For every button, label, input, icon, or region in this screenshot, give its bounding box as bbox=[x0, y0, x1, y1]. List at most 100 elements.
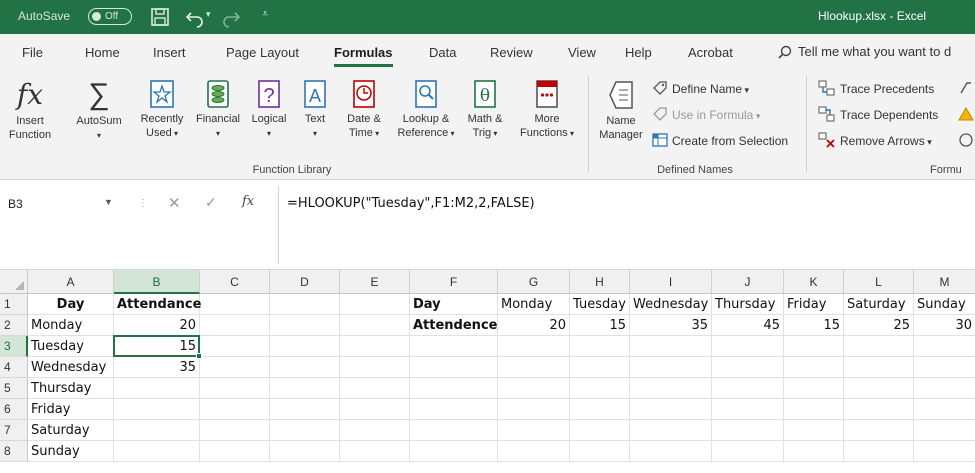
cell-d1[interactable] bbox=[270, 294, 340, 315]
cell-h8[interactable] bbox=[570, 441, 630, 462]
cell-j3[interactable] bbox=[712, 336, 784, 357]
date-time-button[interactable]: Date & Time ▾ bbox=[336, 78, 392, 141]
more-functions-button[interactable]: More Functions ▾ bbox=[512, 78, 582, 141]
select-all-button[interactable] bbox=[0, 270, 28, 294]
column-header-g[interactable]: G bbox=[498, 270, 570, 294]
trace-dependents-button[interactable]: Trace Dependents bbox=[818, 106, 938, 122]
column-header-f[interactable]: F bbox=[410, 270, 498, 294]
cell-a5[interactable]: Thursday bbox=[28, 378, 114, 399]
cell-d8[interactable] bbox=[270, 441, 340, 462]
cell-c6[interactable] bbox=[200, 399, 270, 420]
cell-e7[interactable] bbox=[340, 420, 410, 441]
insert-function-icon[interactable]: fx bbox=[242, 194, 254, 209]
cell-a6[interactable]: Friday bbox=[28, 399, 114, 420]
cell-c4[interactable] bbox=[200, 357, 270, 378]
cell-b3[interactable]: 15 bbox=[114, 336, 200, 357]
cell-c2[interactable] bbox=[200, 315, 270, 336]
column-header-k[interactable]: K bbox=[784, 270, 844, 294]
cell-k3[interactable] bbox=[784, 336, 844, 357]
splitter-icon[interactable]: ⋮ bbox=[138, 198, 148, 209]
cell-l4[interactable] bbox=[844, 357, 914, 378]
math-trig-button[interactable]: θ Math & Trig ▾ bbox=[460, 78, 510, 141]
cell-g1[interactable]: Monday bbox=[498, 294, 570, 315]
cell-f5[interactable] bbox=[410, 378, 498, 399]
cell-a3[interactable]: Tuesday bbox=[28, 336, 114, 357]
column-header-b[interactable]: B bbox=[114, 270, 200, 294]
cell-d7[interactable] bbox=[270, 420, 340, 441]
cell-k1[interactable]: Friday bbox=[784, 294, 844, 315]
cell-b8[interactable] bbox=[114, 441, 200, 462]
cell-k6[interactable] bbox=[784, 399, 844, 420]
cell-h5[interactable] bbox=[570, 378, 630, 399]
cell-a8[interactable]: Sunday bbox=[28, 441, 114, 462]
cell-f1[interactable]: Day bbox=[410, 294, 498, 315]
tab-file[interactable]: File bbox=[22, 45, 43, 60]
cell-k8[interactable] bbox=[784, 441, 844, 462]
cell-j6[interactable] bbox=[712, 399, 784, 420]
cell-c7[interactable] bbox=[200, 420, 270, 441]
create-from-selection-button[interactable]: Create from Selection bbox=[652, 132, 788, 148]
cell-l8[interactable] bbox=[844, 441, 914, 462]
cell-i3[interactable] bbox=[630, 336, 712, 357]
cell-f8[interactable] bbox=[410, 441, 498, 462]
cell-k4[interactable] bbox=[784, 357, 844, 378]
cell-d3[interactable] bbox=[270, 336, 340, 357]
cell-d4[interactable] bbox=[270, 357, 340, 378]
cell-i4[interactable] bbox=[630, 357, 712, 378]
cell-j8[interactable] bbox=[712, 441, 784, 462]
undo-icon[interactable] bbox=[184, 6, 206, 28]
tab-review[interactable]: Review bbox=[490, 45, 533, 60]
cell-d5[interactable] bbox=[270, 378, 340, 399]
cell-b2[interactable]: 20 bbox=[114, 315, 200, 336]
cell-j4[interactable] bbox=[712, 357, 784, 378]
cell-f7[interactable] bbox=[410, 420, 498, 441]
remove-arrows-button[interactable]: Remove Arrows ▾ bbox=[818, 132, 932, 148]
autosave-toggle[interactable]: Off bbox=[88, 8, 132, 25]
column-header-j[interactable]: J bbox=[712, 270, 784, 294]
cell-i5[interactable] bbox=[630, 378, 712, 399]
cell-i8[interactable] bbox=[630, 441, 712, 462]
cell-l6[interactable] bbox=[844, 399, 914, 420]
redo-icon[interactable] bbox=[220, 6, 242, 28]
row-header-4[interactable]: 4 bbox=[0, 357, 28, 378]
cell-a1[interactable]: Day bbox=[28, 294, 114, 315]
cell-k7[interactable] bbox=[784, 420, 844, 441]
cell-a4[interactable]: Wednesday bbox=[28, 357, 114, 378]
cell-f2[interactable]: Attendence bbox=[410, 315, 498, 336]
cell-g3[interactable] bbox=[498, 336, 570, 357]
save-icon[interactable] bbox=[150, 7, 170, 27]
tab-page-layout[interactable]: Page Layout bbox=[226, 45, 299, 60]
cell-i2[interactable]: 35 bbox=[630, 315, 712, 336]
tab-formulas[interactable]: Formulas bbox=[334, 45, 393, 67]
cell-h6[interactable] bbox=[570, 399, 630, 420]
column-header-l[interactable]: L bbox=[844, 270, 914, 294]
enter-check-icon[interactable]: ✓ bbox=[205, 194, 217, 211]
cell-h1[interactable]: Tuesday bbox=[570, 294, 630, 315]
cell-i1[interactable]: Wednesday bbox=[630, 294, 712, 315]
cell-a7[interactable]: Saturday bbox=[28, 420, 114, 441]
use-in-formula-button[interactable]: Use in Formula ▾ bbox=[652, 106, 760, 122]
cell-l2[interactable]: 25 bbox=[844, 315, 914, 336]
name-manager-button[interactable]: Name Manager bbox=[592, 78, 650, 142]
define-name-button[interactable]: Define Name ▾ bbox=[652, 80, 749, 96]
tab-acrobat[interactable]: Acrobat bbox=[688, 45, 733, 60]
row-header-6[interactable]: 6 bbox=[0, 399, 28, 420]
error-checking-icon[interactable] bbox=[958, 106, 974, 122]
cell-d2[interactable] bbox=[270, 315, 340, 336]
cell-j1[interactable]: Thursday bbox=[712, 294, 784, 315]
cell-h3[interactable] bbox=[570, 336, 630, 357]
cancel-icon[interactable]: ✕ bbox=[168, 194, 181, 212]
show-formulas-icon[interactable] bbox=[958, 80, 974, 96]
recently-used-button[interactable]: Recently Used ▾ bbox=[134, 78, 190, 141]
cell-j7[interactable] bbox=[712, 420, 784, 441]
cell-c5[interactable] bbox=[200, 378, 270, 399]
cell-c3[interactable] bbox=[200, 336, 270, 357]
cell-g7[interactable] bbox=[498, 420, 570, 441]
cell-m5[interactable] bbox=[914, 378, 975, 399]
row-header-3[interactable]: 3 bbox=[0, 336, 28, 357]
cell-h2[interactable]: 15 bbox=[570, 315, 630, 336]
undo-dropdown-icon[interactable]: ▾ bbox=[206, 9, 211, 20]
cell-j5[interactable] bbox=[712, 378, 784, 399]
cell-g6[interactable] bbox=[498, 399, 570, 420]
cell-b4[interactable]: 35 bbox=[114, 357, 200, 378]
